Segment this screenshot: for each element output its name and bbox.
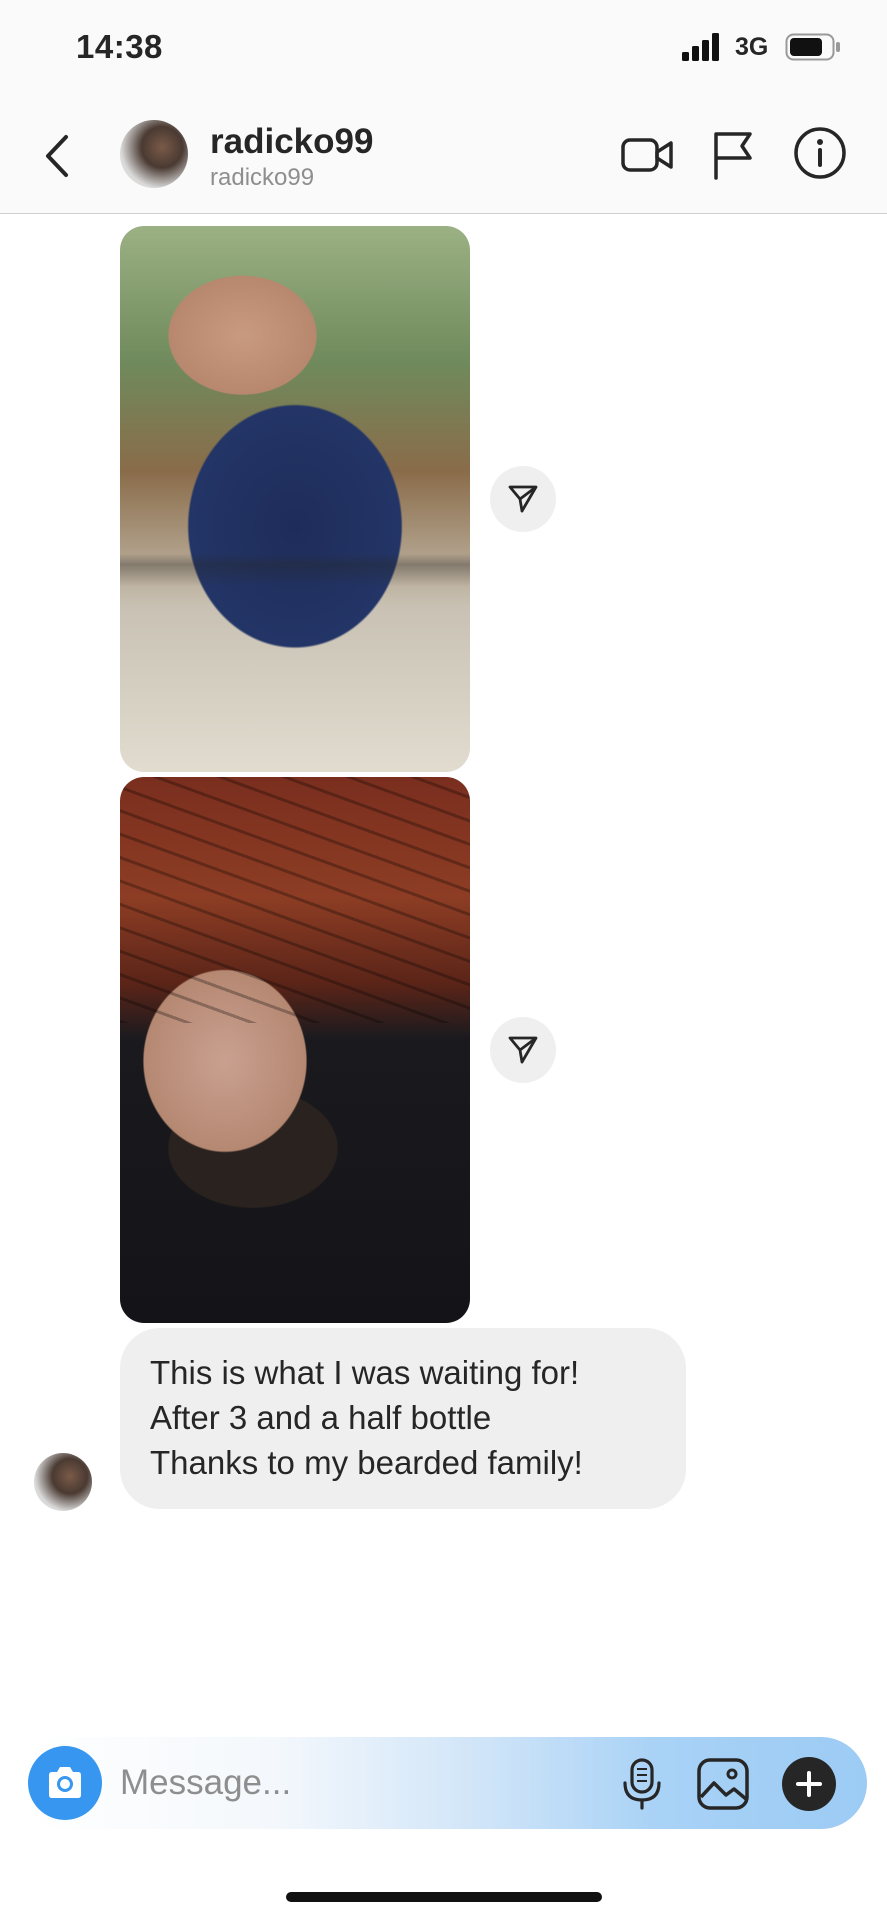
status-bar: 14:38 3G — [0, 0, 887, 100]
plus-icon — [796, 1771, 822, 1797]
message-line: Thanks to my bearded family! — [150, 1444, 583, 1481]
message-input[interactable] — [120, 1755, 600, 1811]
chevron-left-icon[interactable] — [38, 131, 78, 181]
paper-plane-icon — [508, 1036, 538, 1064]
camera-button[interactable] — [28, 1746, 102, 1820]
chat-username[interactable]: radicko99 — [210, 122, 373, 162]
home-indicator[interactable] — [286, 1892, 602, 1902]
network-label: 3G — [735, 33, 769, 61]
plus-button[interactable] — [782, 1757, 836, 1811]
share-button[interactable] — [490, 1017, 556, 1083]
battery-icon — [785, 33, 840, 61]
text-message-bubble[interactable]: This is what I was waiting for! After 3 … — [120, 1328, 686, 1509]
photo-message[interactable] — [120, 226, 470, 772]
chat-header: radicko99 radicko99 — [0, 100, 887, 214]
photo-message[interactable] — [120, 777, 470, 1323]
photo-ceiling-pattern — [120, 777, 470, 1023]
flag-icon[interactable] — [710, 128, 756, 180]
status-time: 14:38 — [76, 28, 163, 65]
sender-avatar[interactable] — [34, 1453, 92, 1511]
camera-icon — [49, 1767, 81, 1798]
message-composer — [20, 1737, 867, 1829]
info-icon[interactable] — [793, 126, 847, 180]
video-camera-icon[interactable] — [620, 130, 674, 180]
paper-plane-icon — [508, 485, 538, 513]
signal-icon — [682, 33, 719, 61]
avatar[interactable] — [120, 120, 188, 188]
message-line: This is what I was waiting for! — [150, 1354, 580, 1391]
chat-handle: radicko99 — [210, 164, 315, 191]
share-button[interactable] — [490, 466, 556, 532]
microphone-icon[interactable] — [620, 1757, 664, 1811]
message-line: After 3 and a half bottle — [150, 1399, 492, 1436]
image-icon[interactable] — [696, 1757, 750, 1811]
